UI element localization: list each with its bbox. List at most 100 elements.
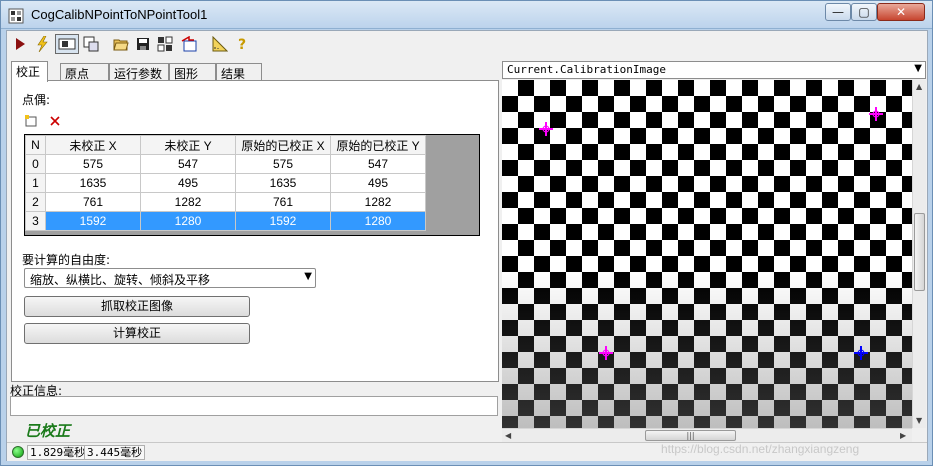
run-button[interactable] [10, 34, 30, 54]
point-pairs-grid[interactable]: N 未校正 X 未校正 Y 原始的已校正 X 原始的已校正 Y 0 575 54… [24, 134, 480, 236]
add-point-icon[interactable] [24, 114, 38, 128]
cell-uncal-x[interactable]: 1592 [45, 211, 141, 231]
cell-uncal-x[interactable]: 1635 [45, 173, 141, 193]
scroll-right-icon[interactable]: ▶ [900, 431, 906, 440]
cell-uncal-x[interactable]: 761 [45, 192, 141, 212]
timing-2: 3.445毫秒 [84, 445, 146, 460]
maximize-icon: ▢ [858, 5, 870, 19]
vertical-scrollbar[interactable]: ▲ ▼ [912, 80, 926, 428]
cell-uncal-y[interactable]: 547 [140, 154, 236, 174]
cell-uncal-y[interactable]: 1282 [140, 192, 236, 212]
save-icon [137, 38, 149, 50]
calibration-point-marker[interactable] [538, 121, 554, 137]
window-title: CogCalibNPointToNPointTool1 [31, 7, 208, 22]
calibration-panel: 点偶: N 未校正 X 未校正 Y 原始的已校正 X 原始的已校正 Y 0 57… [11, 80, 499, 382]
calibration-status: 已校正 [25, 422, 71, 440]
image-selector-dropdown[interactable]: Current.CalibrationImage ▼ [502, 61, 926, 79]
cell-uncal-x[interactable]: 575 [45, 154, 141, 174]
app-window: CogCalibNPointToNPointTool1 — ▢ ✕ ? 校正 原… [0, 0, 933, 466]
tab-results[interactable]: 结果 [216, 63, 262, 81]
scroll-up-icon[interactable]: ▲ [916, 82, 922, 91]
delete-point-icon[interactable] [49, 115, 61, 127]
table-row[interactable]: 0 575 547 575 547 [25, 154, 426, 174]
cell-uncal-y[interactable]: 1280 [140, 211, 236, 231]
help-button[interactable]: ? [233, 34, 253, 54]
app-icon [8, 8, 24, 24]
minimize-button[interactable]: — [825, 3, 851, 21]
cell-raw-cal-x[interactable]: 575 [235, 154, 331, 174]
watermark-text: https://blog.csdn.net/zhangxiangzeng [661, 442, 860, 456]
cell-raw-cal-x[interactable]: 761 [235, 192, 331, 212]
close-button[interactable]: ✕ [877, 3, 925, 21]
chevron-down-icon: ▼ [914, 63, 922, 74]
cell-n: 0 [25, 154, 46, 174]
table-row-selected[interactable]: 3 1592 1280 1592 1280 [25, 211, 426, 231]
open-button[interactable] [111, 34, 131, 54]
table-row[interactable]: 1 1635 495 1635 495 [25, 173, 426, 193]
electric-run-icon [37, 36, 48, 52]
compute-calibration-button[interactable]: 计算校正 [24, 323, 250, 344]
client-area: ? 校正 原点 运行参数 图形 结果 点偶: N 未校正 X 未校正 Y 原始的… [6, 30, 928, 461]
save-button[interactable] [133, 34, 153, 54]
cell-n: 3 [25, 211, 46, 231]
run-icon [16, 38, 25, 50]
tab-run-params[interactable]: 运行参数 [109, 63, 169, 81]
show-image-button[interactable] [55, 34, 79, 54]
col-header-n[interactable]: N [25, 135, 46, 155]
vertical-scroll-thumb[interactable] [914, 213, 925, 291]
horizontal-scrollbar[interactable]: ◀ ||| ▶ [502, 428, 912, 442]
electric-run-button[interactable] [32, 34, 52, 54]
title-bar[interactable]: CogCalibNPointToNPointTool1 — ▢ ✕ [1, 1, 932, 29]
toolbar: ? [7, 31, 927, 57]
col-header-uncal-y[interactable]: 未校正 Y [140, 135, 236, 155]
cell-raw-cal-y[interactable]: 547 [330, 154, 426, 174]
reset-button[interactable] [155, 34, 175, 54]
cell-raw-cal-x[interactable]: 1592 [235, 211, 331, 231]
tab-graphics[interactable]: 图形 [169, 63, 216, 81]
status-led-icon [12, 446, 24, 458]
cell-n: 1 [25, 173, 46, 193]
open-icon [113, 39, 129, 51]
calibration-point-marker[interactable] [598, 345, 614, 361]
scroll-down-icon[interactable]: ▼ [916, 416, 922, 425]
scroll-left-icon[interactable]: ◀ [505, 431, 511, 440]
chevron-down-icon: ▼ [304, 271, 312, 282]
close-icon: ✕ [895, 5, 907, 19]
tab-origin[interactable]: 原点 [60, 63, 109, 81]
svg-text:?: ? [238, 37, 246, 52]
import-button[interactable] [179, 34, 199, 54]
calibration-point-marker-selected[interactable] [853, 345, 869, 361]
horizontal-scroll-thumb[interactable]: ||| [645, 430, 736, 441]
image-selector-value: Current.CalibrationImage [507, 63, 666, 76]
cell-raw-cal-y[interactable]: 1280 [330, 211, 426, 231]
cell-uncal-y[interactable]: 495 [140, 173, 236, 193]
cell-raw-cal-y[interactable]: 495 [330, 173, 426, 193]
dof-label: 要计算的自由度: [22, 253, 111, 267]
dof-dropdown[interactable]: 缩放、纵横比、旋转、倾斜及平移 ▼ [24, 268, 316, 288]
col-header-raw-cal-x[interactable]: 原始的已校正 X [235, 135, 331, 155]
float-window-button[interactable] [81, 34, 101, 54]
point-pairs-label: 点偶: [22, 93, 51, 107]
minimize-icon: — [832, 5, 844, 19]
tab-calibration[interactable]: 校正 [11, 61, 48, 82]
image-display[interactable] [502, 80, 912, 428]
cell-raw-cal-x[interactable]: 1635 [235, 173, 331, 193]
float-window-icon [83, 36, 99, 52]
ruler-button[interactable] [210, 34, 230, 54]
col-header-raw-cal-y[interactable]: 原始的已校正 Y [330, 135, 426, 155]
point-pairs-table: N 未校正 X 未校正 Y 原始的已校正 X 原始的已校正 Y 0 575 54… [25, 135, 426, 231]
table-row[interactable]: 2 761 1282 761 1282 [25, 192, 426, 212]
dof-selected-value: 缩放、纵横比、旋转、倾斜及平移 [30, 273, 211, 287]
show-image-icon [58, 38, 76, 50]
calibration-info-box [10, 396, 498, 416]
image-shading [502, 80, 912, 428]
grab-calibration-image-button[interactable]: 抓取校正图像 [24, 296, 250, 317]
timing-1: 1.829毫秒 [27, 445, 89, 460]
help-icon: ? [238, 37, 246, 52]
cell-n: 2 [25, 192, 46, 212]
import-icon [181, 36, 197, 52]
col-header-uncal-x[interactable]: 未校正 X [45, 135, 141, 155]
maximize-button[interactable]: ▢ [851, 3, 877, 21]
calibration-point-marker[interactable] [868, 106, 884, 122]
cell-raw-cal-y[interactable]: 1282 [330, 192, 426, 212]
